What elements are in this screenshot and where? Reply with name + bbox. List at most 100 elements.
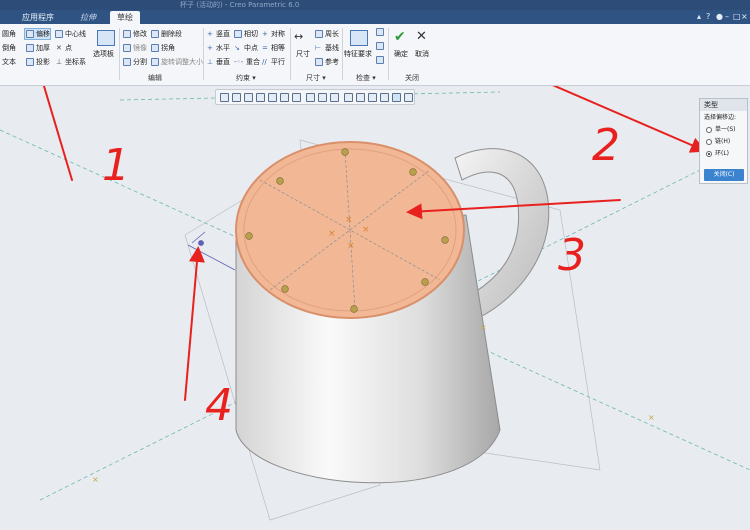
symmetric-button[interactable]: 对称 bbox=[271, 30, 285, 39]
vertical-button[interactable]: 竖直 bbox=[216, 30, 230, 39]
dimension-icon: ↔ bbox=[294, 30, 304, 43]
sketch-view-icon[interactable] bbox=[356, 93, 365, 102]
datum-display-icon[interactable] bbox=[318, 93, 327, 102]
offset-type-panel: 类型 选择偏移边: 单一(S) 链(H) 环(L) 关闭(C) bbox=[699, 98, 748, 184]
palette-icon[interactable] bbox=[97, 30, 115, 46]
perimeter-button[interactable]: 周长 bbox=[325, 30, 339, 39]
tab-applications[interactable]: 应用程序 bbox=[10, 11, 66, 24]
coordsys-button[interactable]: 坐标系 bbox=[65, 58, 86, 67]
grid-display-icon[interactable] bbox=[392, 93, 401, 102]
window-title: 杯子 (活动的) - Creo Parametric 6.0 bbox=[180, 1, 300, 9]
parallel-button[interactable]: 平行 bbox=[271, 58, 285, 67]
tangent-icon bbox=[234, 30, 242, 38]
status-icon[interactable]: ● bbox=[716, 12, 723, 22]
midpoint-button[interactable]: 中点 bbox=[244, 44, 258, 53]
perimeter-icon bbox=[315, 30, 323, 38]
centerline-button[interactable]: 中心线 bbox=[65, 30, 86, 39]
offset-icon bbox=[26, 30, 34, 38]
delete-segment-button[interactable]: 删除段 bbox=[161, 30, 182, 39]
radio-chain[interactable] bbox=[706, 139, 712, 145]
perspective-icon[interactable] bbox=[292, 93, 301, 102]
group-separator bbox=[342, 28, 343, 80]
zoom-out-icon[interactable] bbox=[244, 93, 253, 102]
svg-text:×: × bbox=[345, 215, 353, 225]
dimension-display-icon[interactable] bbox=[368, 93, 377, 102]
mirror-icon bbox=[123, 44, 131, 52]
symmetric-icon: + bbox=[262, 30, 268, 38]
svg-text:×: × bbox=[347, 241, 355, 251]
constraint-display-icon[interactable] bbox=[380, 93, 389, 102]
baseline-button[interactable]: 基线 bbox=[325, 44, 339, 53]
thicken-button[interactable]: 加厚 bbox=[36, 44, 50, 53]
annotation-display-icon[interactable] bbox=[330, 93, 339, 102]
spin-center-icon[interactable] bbox=[344, 93, 353, 102]
chamfer-button[interactable]: 倒角 bbox=[2, 44, 16, 53]
vertex-display-icon[interactable] bbox=[404, 93, 413, 102]
annotation-label-3: 3 bbox=[558, 230, 586, 281]
view-manager-icon[interactable] bbox=[280, 93, 289, 102]
cancel-x-icon: ✕ bbox=[416, 29, 427, 44]
help-icon[interactable]: ? bbox=[706, 12, 710, 22]
perpendicular-button[interactable]: 垂直 bbox=[216, 58, 230, 67]
dimension-button[interactable]: 尺寸 bbox=[296, 50, 310, 59]
text-button[interactable]: 文本 bbox=[2, 58, 16, 67]
tab-extrude[interactable]: 拉伸 bbox=[66, 11, 110, 24]
saved-orientations-icon[interactable] bbox=[268, 93, 277, 102]
annotation-label-2: 2 bbox=[592, 120, 620, 171]
equal-button[interactable]: 相等 bbox=[271, 44, 285, 53]
svg-text:×: × bbox=[92, 475, 99, 484]
ok-button[interactable]: 确定 bbox=[394, 50, 408, 59]
radio-loop[interactable] bbox=[706, 151, 712, 157]
point-button[interactable]: 点 bbox=[65, 44, 72, 53]
maximize-icon[interactable]: □ bbox=[733, 12, 741, 22]
fillet-button[interactable]: 圆角 bbox=[2, 30, 16, 39]
dimension-group-label: 尺寸 ▾ bbox=[306, 74, 326, 82]
graphics-toolbar bbox=[215, 89, 415, 105]
collapse-ribbon-icon[interactable]: ▴ bbox=[697, 12, 701, 22]
tab-sketch[interactable]: 草绘 bbox=[110, 11, 140, 24]
zoom-in-icon[interactable] bbox=[232, 93, 241, 102]
tangent-button[interactable]: 相切 bbox=[244, 30, 258, 39]
option-single-label: 单一(S) bbox=[715, 126, 736, 133]
close-window-icon[interactable]: × bbox=[741, 12, 748, 22]
inspect-shade-icon[interactable] bbox=[376, 28, 384, 36]
horizontal-button[interactable]: 水平 bbox=[216, 44, 230, 53]
cancel-button[interactable]: 取消 bbox=[415, 50, 429, 59]
coincident-button[interactable]: 重合 bbox=[246, 58, 260, 67]
horizontal-icon: + bbox=[207, 44, 213, 52]
group-separator bbox=[290, 28, 291, 80]
inspect-open-icon[interactable] bbox=[376, 56, 384, 64]
creo-window: 杯子 (活动的) - Creo Parametric 6.0 应用程序 拉伸 草… bbox=[0, 0, 750, 530]
radio-single[interactable] bbox=[706, 127, 712, 133]
display-style-icon[interactable] bbox=[306, 93, 315, 102]
repaint-icon[interactable] bbox=[256, 93, 265, 102]
rotate-resize-button[interactable]: 旋转调整大小 bbox=[161, 58, 203, 67]
divide-icon bbox=[123, 58, 131, 66]
feature-requirements-icon[interactable] bbox=[350, 30, 368, 46]
project-icon bbox=[26, 58, 34, 66]
svg-text:×: × bbox=[480, 323, 487, 332]
divide-button[interactable]: 分割 bbox=[133, 58, 147, 67]
reference-button[interactable]: 参考 bbox=[325, 58, 339, 67]
feature-requirements-button[interactable]: 特征要求 bbox=[344, 50, 372, 59]
constrain-group-label: 约束 ▾ bbox=[236, 74, 256, 82]
graphics-viewport[interactable]: × × × × 1 2 3 4 × × × bbox=[0, 86, 750, 530]
palette-button[interactable]: 选项板 bbox=[93, 50, 114, 59]
baseline-icon: ⊢ bbox=[315, 44, 322, 52]
svg-text:×: × bbox=[362, 225, 370, 235]
inspect-overlap-icon[interactable] bbox=[376, 42, 384, 50]
coordsys-icon: ⊥ bbox=[56, 58, 63, 66]
group-separator bbox=[388, 28, 389, 80]
ribbon: 圆角 偏移 中心线 倒角 加厚 ✕ 点 文本 投影 ⊥ 坐标系 选项板 修改 删… bbox=[0, 24, 750, 86]
corner-button[interactable]: 拐角 bbox=[161, 44, 175, 53]
close-group-label: 关闭 bbox=[405, 74, 419, 82]
modify-button[interactable]: 修改 bbox=[133, 30, 147, 39]
mirror-button[interactable]: 镜像 bbox=[133, 44, 147, 53]
title-bar: 杯子 (活动的) - Creo Parametric 6.0 bbox=[0, 0, 750, 10]
group-separator bbox=[203, 28, 204, 80]
minimize-icon[interactable]: – bbox=[725, 12, 729, 22]
annotation-label-1: 1 bbox=[102, 140, 130, 191]
project-button[interactable]: 投影 bbox=[36, 58, 50, 67]
refit-icon[interactable] bbox=[220, 93, 229, 102]
panel-close-button[interactable]: 关闭(C) bbox=[704, 169, 744, 181]
